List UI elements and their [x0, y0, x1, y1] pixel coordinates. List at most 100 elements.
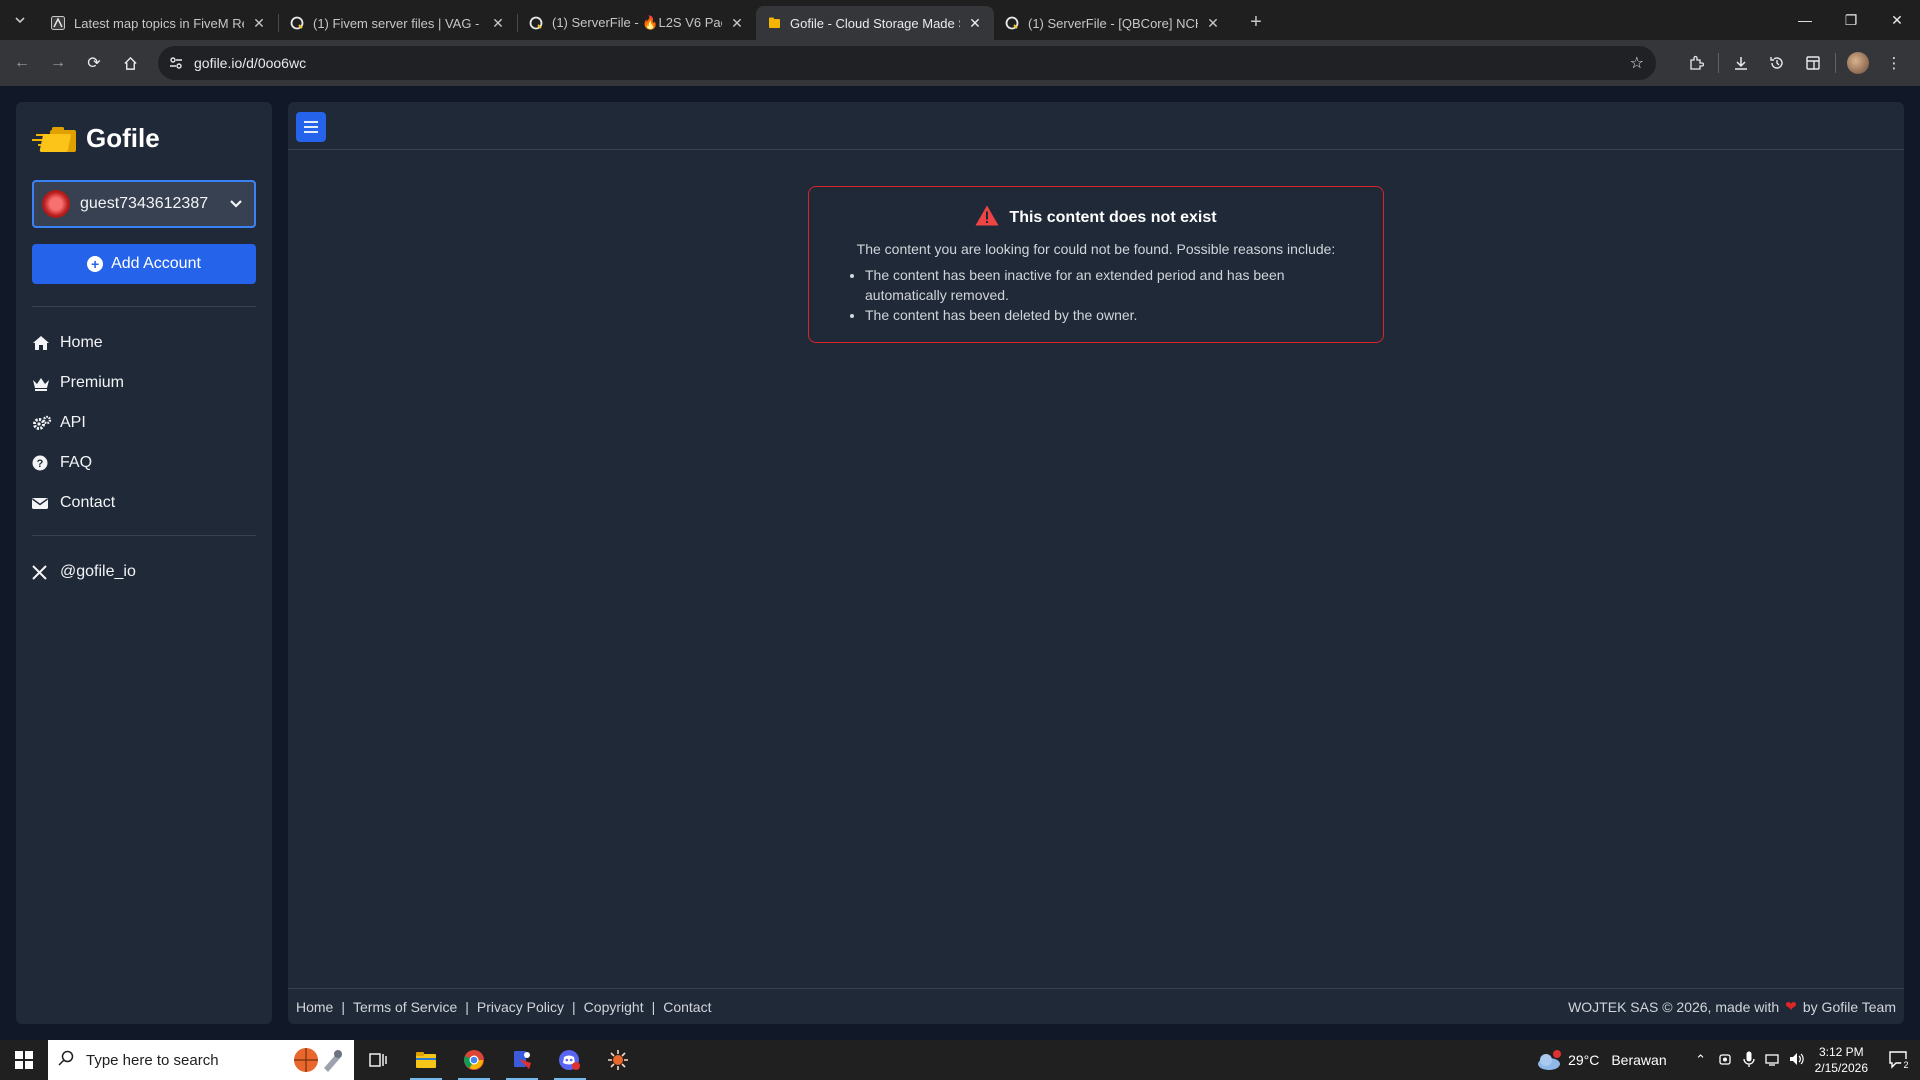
new-tab-button[interactable]: +	[1240, 6, 1272, 38]
question-circle-icon: ?	[32, 455, 56, 471]
weather-widget[interactable]: 29°C Berawan	[1536, 1049, 1667, 1071]
footer-link-terms[interactable]: Terms of Service	[353, 999, 457, 1015]
notification-center-icon[interactable]: 2	[1880, 1050, 1920, 1070]
browser-tab[interactable]: (1) ServerFile - [QBCore] NCHub ✕	[994, 6, 1232, 40]
taskbar-search-box[interactable]: Type here to search	[48, 1040, 354, 1080]
profile-avatar[interactable]	[1840, 45, 1876, 81]
app-icon[interactable]	[498, 1040, 546, 1080]
warning-triangle-icon	[975, 205, 999, 231]
browser-tab[interactable]: (1) ServerFile - 🔥L2S V6 Packag ✕	[518, 6, 756, 40]
sidebar-item-home[interactable]: Home	[32, 323, 256, 363]
forward-icon[interactable]: →	[40, 45, 76, 81]
history-icon[interactable]	[1759, 45, 1795, 81]
home-button-icon[interactable]	[112, 45, 148, 81]
add-account-button[interactable]: + Add Account	[32, 244, 256, 284]
envelope-icon	[32, 497, 56, 510]
minimize-icon[interactable]: —	[1782, 0, 1828, 40]
alert-title: This content does not exist	[1009, 209, 1217, 226]
file-explorer-icon[interactable]	[402, 1040, 450, 1080]
system-tray: 29°C Berawan ⌃ 3:12 PM 2/15/2026 2	[1536, 1040, 1920, 1080]
browser-tab[interactable]: (1) Fivem server files | VAG - Pre ✕	[279, 6, 517, 40]
alert-header: This content does not exist	[829, 205, 1363, 231]
alert-message: The content you are looking for could no…	[856, 241, 1336, 257]
volume-icon[interactable]	[1785, 1052, 1809, 1069]
crown-icon	[32, 376, 56, 391]
sidebar-item-premium[interactable]: Premium	[32, 363, 256, 403]
close-icon[interactable]: ✕	[250, 15, 268, 32]
network-icon[interactable]	[1761, 1052, 1785, 1069]
list-item: The content has been inactive for an ext…	[865, 265, 1363, 305]
close-icon[interactable]: ✕	[1204, 15, 1222, 32]
chevron-up-icon[interactable]: ⌃	[1689, 1052, 1713, 1068]
credit-text: WOJTEK SAS © 2026, made with	[1568, 998, 1780, 1015]
search-icon	[58, 1050, 74, 1070]
gears-icon	[32, 415, 56, 431]
footer-link-privacy[interactable]: Privacy Policy	[477, 999, 564, 1015]
footer-link-copyright[interactable]: Copyright	[584, 999, 644, 1015]
brand-name: Gofile	[86, 122, 160, 153]
weather-condition: Berawan	[1611, 1052, 1667, 1068]
window-controls: — ❐ ✕	[1782, 0, 1920, 40]
search-highlight-icon	[292, 1046, 346, 1074]
sidebar-item-contact[interactable]: Contact	[32, 483, 256, 523]
meet-now-icon[interactable]	[1713, 1052, 1737, 1069]
task-view-icon[interactable]	[354, 1040, 402, 1080]
sidebar-item-api[interactable]: API	[32, 403, 256, 443]
close-icon[interactable]: ✕	[728, 15, 746, 32]
tab-title: (1) ServerFile - [QBCore] NCHub	[1028, 15, 1198, 31]
site-info-icon[interactable]	[158, 56, 194, 70]
chrome-icon[interactable]	[450, 1040, 498, 1080]
credit-team: by Gofile Team	[1802, 998, 1896, 1015]
microphone-icon[interactable]	[1737, 1051, 1761, 1070]
back-icon[interactable]: ←	[4, 45, 40, 81]
footer-link-contact[interactable]: Contact	[663, 999, 711, 1015]
reload-icon[interactable]: ⟳	[76, 45, 112, 81]
svg-text:?: ?	[37, 458, 44, 470]
serverfile-icon	[1004, 15, 1020, 31]
app-icon[interactable]	[594, 1040, 642, 1080]
downloads-icon[interactable]	[1723, 45, 1759, 81]
os-taskbar: Type here to search 29°C Berawan ⌃ 3:12 …	[0, 1040, 1920, 1080]
address-bar[interactable]: gofile.io/d/0oo6wc ☆	[158, 46, 1656, 80]
heart-icon: ❤	[1785, 998, 1797, 1014]
sidebar-item-faq[interactable]: ? FAQ	[32, 443, 256, 483]
sidebar-item-label: API	[60, 414, 86, 431]
sidebar-item-twitter[interactable]: @gofile_io	[32, 552, 256, 592]
serverfile-icon	[528, 15, 544, 31]
separator: |	[651, 998, 656, 1015]
hamburger-icon	[304, 121, 318, 133]
extensions-icon[interactable]	[1678, 45, 1714, 81]
separator: |	[465, 998, 469, 1015]
bookmark-star-icon[interactable]: ☆	[1630, 53, 1644, 73]
browser-tab-bar: Latest map topics in FiveM Rele ✕ (1) Fi…	[0, 0, 1920, 40]
tab-search-button[interactable]	[0, 0, 40, 40]
brand[interactable]: Gofile	[32, 118, 256, 158]
account-select[interactable]: guest7343612387	[32, 180, 256, 228]
sidebar-item-label: Home	[60, 334, 103, 351]
browser-tab-active[interactable]: Gofile - Cloud Storage Made Si ✕	[756, 6, 994, 40]
clock[interactable]: 3:12 PM 2/15/2026	[1815, 1044, 1868, 1076]
discord-icon[interactable]	[546, 1040, 594, 1080]
search-placeholder: Type here to search	[86, 1051, 219, 1069]
sidebar-item-label: FAQ	[60, 454, 93, 471]
windows-start-icon[interactable]	[0, 1040, 48, 1080]
main-panel: This content does not exist The content …	[288, 102, 1904, 1024]
tab-title: (1) Fivem server files | VAG - Pre	[313, 15, 483, 31]
restore-icon[interactable]: ❐	[1828, 0, 1874, 40]
tab-title: Gofile - Cloud Storage Made Si	[790, 15, 960, 31]
toolbar-separator	[1718, 53, 1719, 73]
close-window-icon[interactable]: ✕	[1874, 0, 1920, 40]
close-icon[interactable]: ✕	[489, 15, 507, 32]
footer-link-home[interactable]: Home	[296, 999, 333, 1015]
plus-circle-icon: +	[87, 256, 104, 272]
list-item: The content has been deleted by the owne…	[865, 305, 1363, 325]
gofile-icon	[766, 15, 782, 31]
tab-title: (1) ServerFile - 🔥L2S V6 Packag	[552, 15, 722, 30]
menu-kebab-icon[interactable]: ⋮	[1876, 45, 1912, 81]
error-alert: This content does not exist The content …	[808, 186, 1384, 343]
add-account-label: Add Account	[111, 255, 201, 272]
browser-tab[interactable]: Latest map topics in FiveM Rele ✕	[40, 6, 278, 40]
close-icon[interactable]: ✕	[966, 15, 984, 32]
menu-toggle-button[interactable]	[296, 112, 326, 142]
side-panel-icon[interactable]	[1795, 45, 1831, 81]
